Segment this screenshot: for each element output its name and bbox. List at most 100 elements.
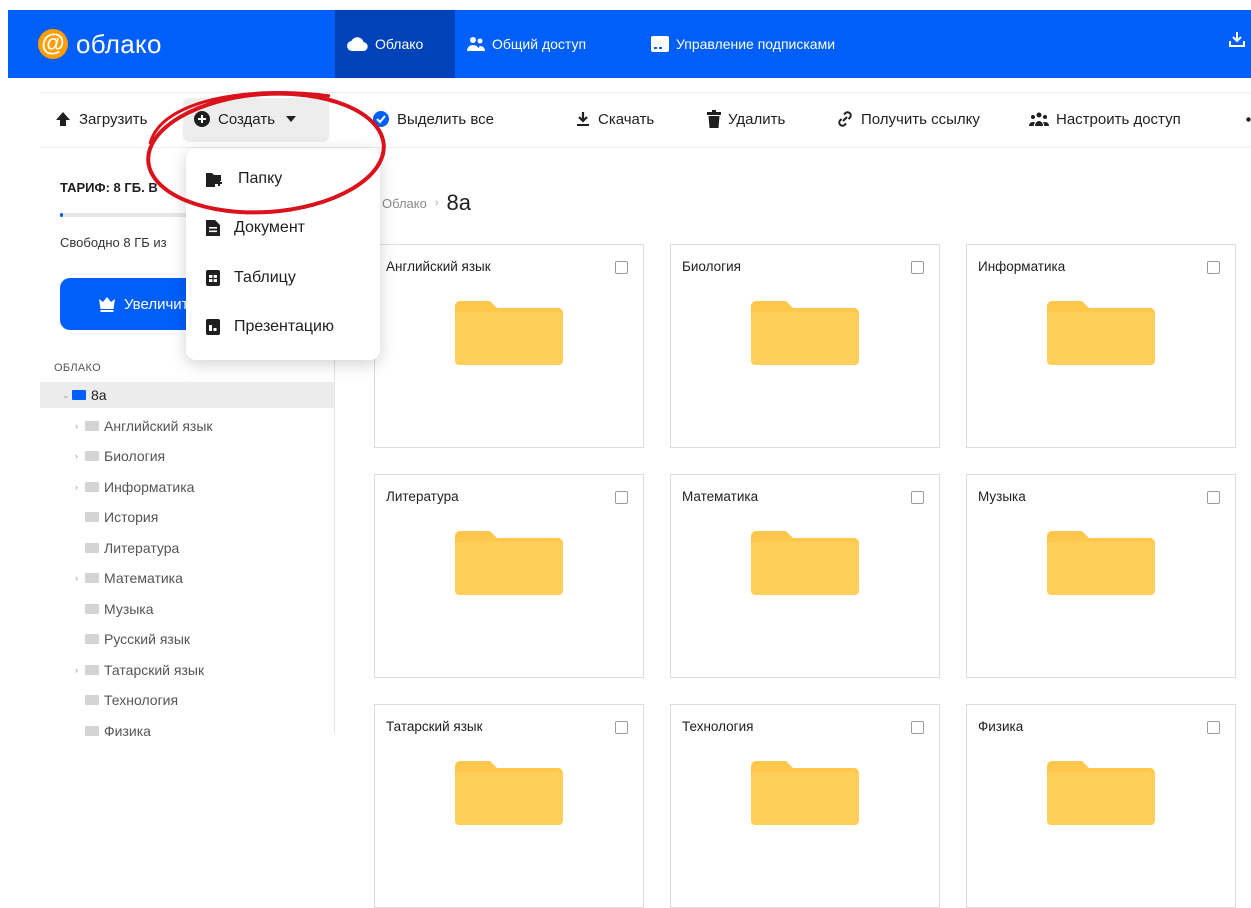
- upload-button[interactable]: Загрузить: [54, 92, 148, 146]
- nav-shared[interactable]: Общий доступ: [466, 10, 586, 78]
- folder-card-checkbox[interactable]: [911, 261, 924, 274]
- folder-icon: [1047, 761, 1155, 830]
- create-label: Создать: [218, 110, 276, 128]
- folder-icon: [1047, 301, 1155, 370]
- folder-card-checkbox[interactable]: [911, 721, 924, 734]
- nav-cloud-label: Облако: [375, 36, 424, 52]
- header: [8, 10, 1251, 78]
- tree-item-label: Литература: [104, 539, 180, 556]
- chevron-right-icon[interactable]: ›: [75, 573, 85, 583]
- folder-card-name: Биология: [682, 259, 741, 274]
- create-button[interactable]: Создать: [193, 92, 306, 146]
- configure-access-label: Настроить доступ: [1056, 110, 1181, 128]
- presentation-icon: [206, 319, 220, 335]
- logo-at-icon: @: [38, 29, 68, 59]
- chevron-right-icon[interactable]: ›: [75, 451, 85, 461]
- more-icon[interactable]: [1246, 92, 1251, 146]
- menu-item-presentation[interactable]: Презентацию: [206, 314, 334, 340]
- folder-icon: [751, 531, 859, 600]
- sidebar-tree-item[interactable]: Русский язык: [75, 627, 190, 651]
- crown-icon: [99, 297, 115, 312]
- menu-item-document[interactable]: Документ: [206, 215, 305, 241]
- folder-card[interactable]: Английский язык: [374, 244, 644, 448]
- sidebar-tree-item[interactable]: › Биология: [75, 444, 165, 468]
- free-space-text: Свободно 8 ГБ из: [60, 235, 167, 250]
- sidebar-tree-item[interactable]: Литература: [75, 536, 179, 560]
- folder-card-checkbox[interactable]: [911, 491, 924, 504]
- folder-icon: [85, 542, 99, 553]
- folder-card-checkbox[interactable]: [615, 721, 628, 734]
- folder-card[interactable]: Биология: [670, 244, 940, 448]
- folder-card-checkbox[interactable]: [1207, 721, 1220, 734]
- menu-item-folder[interactable]: Папку: [206, 166, 282, 192]
- folder-icon: [85, 725, 99, 736]
- chevron-right-icon[interactable]: ›: [75, 421, 85, 431]
- breadcrumb-root[interactable]: Облако: [382, 196, 427, 211]
- delete-label: Удалить: [728, 110, 786, 128]
- download-button[interactable]: Скачать: [575, 92, 654, 146]
- trash-icon: [707, 110, 721, 128]
- configure-access-button[interactable]: Настроить доступ: [1029, 92, 1181, 146]
- sidebar-tree-item[interactable]: › Татарский язык: [75, 658, 204, 682]
- folder-card-checkbox[interactable]: [615, 491, 628, 504]
- folder-icon: [85, 451, 99, 461]
- sidebar-tree-item[interactable]: Музыка: [75, 597, 154, 621]
- folder-card[interactable]: Математика: [670, 474, 940, 678]
- tree-item-label: Биология: [104, 448, 166, 464]
- folder-card[interactable]: Татарский язык: [374, 704, 644, 908]
- menu-item-folder-label: Папку: [238, 170, 283, 187]
- folder-card-checkbox[interactable]: [615, 261, 628, 274]
- folder-icon: [751, 761, 859, 830]
- folder-icon: [85, 512, 99, 522]
- tree-item-label: 8а: [91, 387, 107, 403]
- folder-card-name: Информатика: [978, 259, 1066, 274]
- upload-label: Загрузить: [79, 110, 148, 128]
- cloud-section-label: ОБЛАКО: [54, 362, 101, 374]
- sidebar-tree-item[interactable]: › Математика: [75, 566, 183, 590]
- sidebar-tree-item[interactable]: История: [75, 505, 158, 529]
- menu-item-table[interactable]: Таблицу: [206, 265, 296, 291]
- folder-icon: [85, 573, 99, 583]
- logo[interactable]: @ облако: [38, 20, 162, 68]
- folder-card[interactable]: Информатика: [966, 244, 1236, 448]
- download-icon: [577, 112, 589, 126]
- chevron-right-icon[interactable]: ›: [75, 665, 85, 675]
- delete-button[interactable]: Удалить: [707, 92, 785, 146]
- select-all-label: Выделить все: [397, 110, 495, 128]
- menu-item-document-label: Документ: [234, 219, 305, 236]
- chevron-right-icon[interactable]: ⌄: [62, 390, 72, 401]
- cloud-icon: [347, 37, 368, 51]
- sidebar-tree-item[interactable]: Физика: [75, 719, 151, 743]
- nav-subscriptions[interactable]: Управление подписками: [650, 10, 835, 78]
- folder-card[interactable]: Литература: [374, 474, 644, 678]
- breadcrumb: Облако › 8а: [382, 190, 471, 216]
- menu-item-presentation-label: Презентацию: [234, 318, 334, 335]
- folder-icon: [85, 634, 99, 644]
- plus-circle-icon: [194, 111, 210, 127]
- sidebar-tree-item[interactable]: ⌄ 8а: [62, 383, 107, 407]
- get-link-button[interactable]: Получить ссылку: [836, 92, 980, 146]
- select-all-button[interactable]: Выделить все: [372, 92, 494, 146]
- tree-item-label: Информатика: [104, 478, 195, 495]
- sidebar-tree-item[interactable]: › Английский язык: [75, 414, 213, 438]
- folder-card-checkbox[interactable]: [1207, 261, 1220, 274]
- folder-card[interactable]: Технология: [670, 704, 940, 908]
- tree-item-label: Математика: [104, 570, 183, 586]
- nav-cloud[interactable]: Облако: [347, 10, 423, 78]
- chevron-right-icon[interactable]: ›: [75, 482, 85, 492]
- breadcrumb-current: 8а: [446, 190, 472, 215]
- sidebar-tree-item[interactable]: › Информатика: [75, 475, 194, 499]
- get-link-label: Получить ссылку: [861, 110, 980, 128]
- sidebar-tree-item[interactable]: Технология: [75, 688, 178, 712]
- tariff-label: ТАРИФ: 8 ГБ. В: [60, 180, 158, 195]
- folder-icon: [72, 390, 86, 400]
- folder-icon: [85, 420, 99, 431]
- folder-card-name: Татарский язык: [386, 719, 483, 734]
- upload-tray-icon[interactable]: [1228, 30, 1246, 53]
- nav-shared-label: Общий доступ: [492, 36, 587, 52]
- folder-card-name: Физика: [978, 719, 1024, 734]
- folder-card[interactable]: Музыка: [966, 474, 1236, 678]
- folder-card[interactable]: Физика: [966, 704, 1236, 908]
- folder-card-checkbox[interactable]: [1207, 491, 1220, 504]
- upload-icon: [56, 112, 70, 126]
